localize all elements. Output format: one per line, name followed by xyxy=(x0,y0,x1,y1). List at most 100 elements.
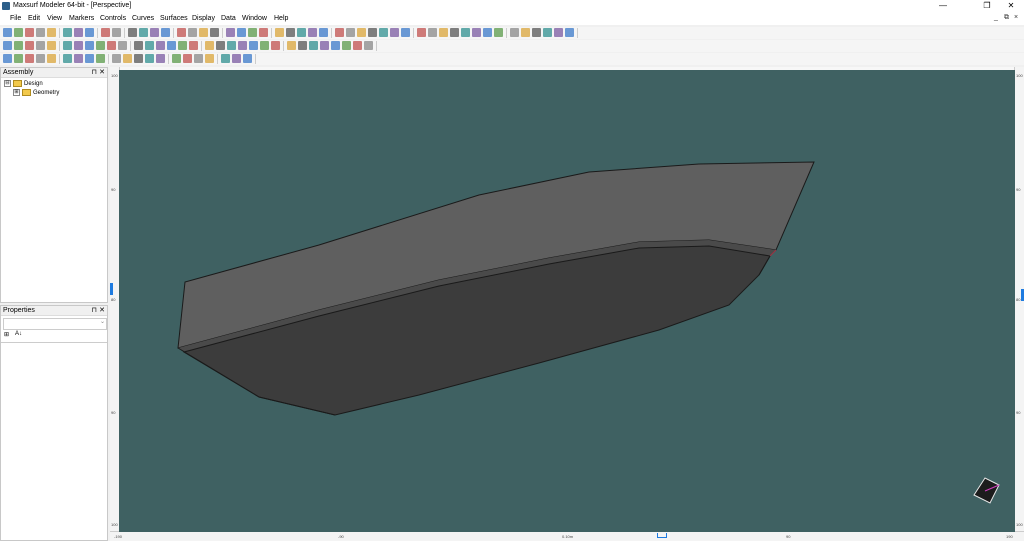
toolbar-button[interactable] xyxy=(63,28,72,37)
pin-icon[interactable]: ⊓ xyxy=(92,306,97,315)
toolbar-button[interactable] xyxy=(74,28,83,37)
toolbar-button[interactable] xyxy=(47,41,56,50)
toolbar-button[interactable] xyxy=(216,41,225,50)
toolbar-button[interactable] xyxy=(25,54,34,63)
pin-icon[interactable]: ⊓ xyxy=(92,68,97,77)
toolbar-button[interactable] xyxy=(85,41,94,50)
toolbar-button[interactable] xyxy=(271,41,280,50)
toolbar-button[interactable] xyxy=(461,28,470,37)
toolbar-button[interactable] xyxy=(188,28,197,37)
close-button[interactable]: ✕ xyxy=(1000,0,1022,13)
toolbar-button[interactable] xyxy=(134,41,143,50)
tree-item-geometry[interactable]: ⊞ Geometry xyxy=(13,89,59,96)
toolbar-button[interactable] xyxy=(145,54,154,63)
toolbar-button[interactable] xyxy=(364,41,373,50)
toolbar-button[interactable] xyxy=(156,54,165,63)
toolbar-button[interactable] xyxy=(3,28,12,37)
toolbar-button[interactable] xyxy=(85,28,94,37)
toolbar-button[interactable] xyxy=(221,54,230,63)
toolbar-button[interactable] xyxy=(298,41,307,50)
toolbar-button[interactable] xyxy=(25,28,34,37)
menu-edit[interactable]: Edit xyxy=(28,15,40,22)
toolbar-button[interactable] xyxy=(286,28,295,37)
toolbar-button[interactable] xyxy=(510,28,519,37)
toolbar-button[interactable] xyxy=(118,41,127,50)
collapse-icon[interactable]: ⊟ xyxy=(4,80,11,87)
toolbar-button[interactable] xyxy=(47,54,56,63)
toolbar-button[interactable] xyxy=(199,28,208,37)
toolbar-button[interactable] xyxy=(417,28,426,37)
toolbar-button[interactable] xyxy=(183,54,192,63)
toolbar-button[interactable] xyxy=(439,28,448,37)
menu-file[interactable]: File xyxy=(10,15,21,22)
toolbar-button[interactable] xyxy=(128,28,137,37)
toolbar-button[interactable] xyxy=(368,28,377,37)
toolbar-button[interactable] xyxy=(308,28,317,37)
toolbar-button[interactable] xyxy=(237,28,246,37)
toolbar-button[interactable] xyxy=(335,28,344,37)
toolbar-button[interactable] xyxy=(275,28,284,37)
toolbar-button[interactable] xyxy=(232,54,241,63)
menu-help[interactable]: Help xyxy=(274,15,288,22)
toolbar-button[interactable] xyxy=(342,41,351,50)
toolbar-button[interactable] xyxy=(63,41,72,50)
toolbar-button[interactable] xyxy=(85,54,94,63)
toolbar-button[interactable] xyxy=(112,28,121,37)
toolbar-button[interactable] xyxy=(47,28,56,37)
toolbar-button[interactable] xyxy=(134,54,143,63)
toolbar-button[interactable] xyxy=(210,28,219,37)
toolbar-button[interactable] xyxy=(96,41,105,50)
toolbar-button[interactable] xyxy=(379,28,388,37)
perspective-canvas[interactable] xyxy=(119,70,1015,532)
toolbar-button[interactable] xyxy=(96,54,105,63)
mdi-minimize-button[interactable]: _ xyxy=(994,14,998,21)
toolbar-button[interactable] xyxy=(227,41,236,50)
tree-item-design[interactable]: ⊟ Design xyxy=(4,80,43,87)
toolbar-button[interactable] xyxy=(139,28,148,37)
menu-display[interactable]: Display xyxy=(192,15,215,22)
toolbar-button[interactable] xyxy=(238,41,247,50)
toolbar-button[interactable] xyxy=(112,54,121,63)
toolbar-button[interactable] xyxy=(123,54,132,63)
toolbar-button[interactable] xyxy=(401,28,410,37)
toolbar-button[interactable] xyxy=(178,41,187,50)
toolbar-button[interactable] xyxy=(107,41,116,50)
toolbar-button[interactable] xyxy=(36,41,45,50)
toolbar-button[interactable] xyxy=(3,41,12,50)
alphabetical-sort-icon[interactable]: A↓ xyxy=(15,331,22,337)
toolbar-button[interactable] xyxy=(167,41,176,50)
menu-view[interactable]: View xyxy=(47,15,62,22)
left-ruler-handle[interactable] xyxy=(110,283,113,295)
toolbar-button[interactable] xyxy=(36,54,45,63)
view-orientation-cube-icon[interactable] xyxy=(971,475,1003,507)
toolbar-button[interactable] xyxy=(74,41,83,50)
toolbar-button[interactable] xyxy=(150,28,159,37)
toolbar-button[interactable] xyxy=(483,28,492,37)
toolbar-button[interactable] xyxy=(177,28,186,37)
menu-window[interactable]: Window xyxy=(242,15,267,22)
toolbar-button[interactable] xyxy=(25,41,34,50)
menu-data[interactable]: Data xyxy=(221,15,236,22)
toolbar-button[interactable] xyxy=(205,54,214,63)
toolbar-button[interactable] xyxy=(14,41,23,50)
toolbar-button[interactable] xyxy=(494,28,503,37)
toolbar-button[interactable] xyxy=(194,54,203,63)
toolbar-button[interactable] xyxy=(226,28,235,37)
toolbar-button[interactable] xyxy=(565,28,574,37)
categorized-sort-icon[interactable]: ⊞ xyxy=(4,331,9,338)
toolbar-button[interactable] xyxy=(189,41,198,50)
toolbar-button[interactable] xyxy=(74,54,83,63)
toolbar-button[interactable] xyxy=(543,28,552,37)
toolbar-button[interactable] xyxy=(357,28,366,37)
mdi-restore-button[interactable]: ⧉ xyxy=(1004,14,1009,22)
toolbar-button[interactable] xyxy=(259,28,268,37)
toolbar-button[interactable] xyxy=(353,41,362,50)
toolbar-button[interactable] xyxy=(554,28,563,37)
toolbar-button[interactable] xyxy=(14,28,23,37)
toolbar-button[interactable] xyxy=(205,41,214,50)
toolbar-button[interactable] xyxy=(161,28,170,37)
toolbar-button[interactable] xyxy=(346,28,355,37)
toolbar-button[interactable] xyxy=(390,28,399,37)
toolbar-button[interactable] xyxy=(63,54,72,63)
toolbar-button[interactable] xyxy=(297,28,306,37)
